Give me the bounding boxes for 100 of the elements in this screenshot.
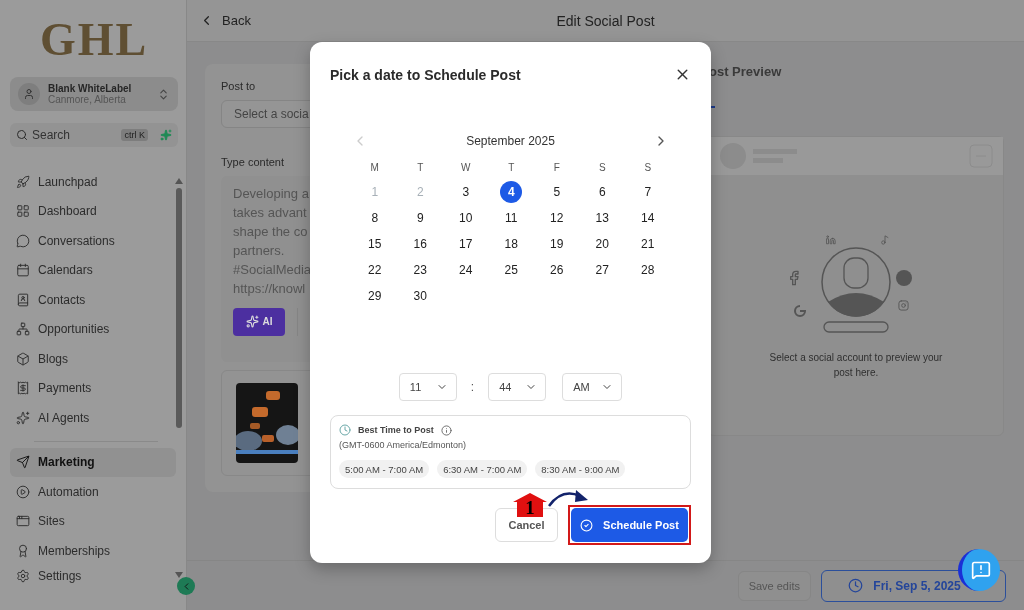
search-icon [16,129,28,141]
schedule-post-button[interactable]: Schedule Post [571,508,688,542]
nav-item[interactable]: Opportunities [10,314,164,344]
contact-book-icon [16,292,30,307]
calendar-day[interactable]: 7 [636,181,659,203]
network-icon [16,322,30,337]
scroll-up-icon[interactable] [175,178,183,184]
time-slot-chip[interactable]: 6:30 AM - 7:00 AM [437,460,528,478]
calendar-day[interactable]: 25 [500,259,523,281]
weekday-label: S [643,161,653,175]
sparkles-icon [245,315,259,329]
step-marker: 1 [513,496,547,516]
check-circle-icon [580,518,594,532]
nav-item[interactable]: Automation [10,477,164,507]
nav-item[interactable]: Memberships [10,536,164,566]
ai-button[interactable]: AI [233,307,285,336]
settings-icon [16,568,30,583]
month-label: September 2025 [466,134,555,148]
nav-item[interactable]: Calendars [10,255,164,285]
time-slot-chip[interactable]: 5:00 AM - 7:00 AM [339,460,430,478]
play-circle-icon [16,484,30,499]
nav-item[interactable]: Settings [10,565,164,586]
calendar-day[interactable]: 14 [636,207,659,229]
clock-icon [339,424,351,436]
nav-item[interactable]: Conversations [10,226,164,256]
calendar-day[interactable]: 27 [591,259,614,281]
calendar-day[interactable]: 29 [363,285,386,307]
calendar-day[interactable]: 20 [591,233,614,255]
calendar-day[interactable]: 19 [545,233,568,255]
calendar-day[interactable]: 21 [636,233,659,255]
info-icon[interactable] [440,424,452,436]
weekday-label: W [460,161,472,175]
calendar-day[interactable]: 8 [363,207,386,229]
calendar-day[interactable]: 13 [591,207,614,229]
collapse-button[interactable] [177,577,195,595]
grid-icon [16,204,30,219]
calendar-icon [16,263,30,278]
calendar-day[interactable]: 5 [545,181,568,203]
nav-item[interactable]: Launchpad [10,167,164,197]
sparkle-icon[interactable] [160,129,172,141]
page-title: Edit Social Post [556,12,655,29]
calendar-day[interactable]: 12 [545,207,568,229]
logo: GHL [38,12,150,67]
preview-message: Select a social account to preview your post here. [768,351,944,380]
cube-icon [16,351,30,366]
calendar-day[interactable]: 24 [454,259,477,281]
weekday-label: T [507,161,516,175]
hour-select[interactable]: 11 [398,373,457,401]
calendar-day[interactable]: 3 [454,181,477,203]
calendar-day[interactable]: 17 [454,233,477,255]
sparkles-icon [16,410,30,425]
timezone-label: (GMT-0600 America/Edmonton) [339,440,468,450]
nav-item[interactable]: Dashboard [10,196,164,226]
nav-item[interactable]: Blogs [10,344,164,374]
weekday-label: M [369,161,380,175]
browser-window-icon [16,514,30,529]
calendar-day[interactable]: 4 [500,181,523,203]
account-name: Blank WhiteLabel [48,83,133,94]
calendar-day[interactable]: 26 [545,259,568,281]
weekday-label: F [552,161,561,175]
minute-select[interactable]: 44 [488,373,547,401]
award-icon [16,543,30,558]
shortcut-key: ctrl K [121,129,148,141]
calendar-day[interactable]: 15 [363,233,386,255]
calendar-day[interactable]: 11 [500,207,523,229]
calendar-day[interactable]: 23 [409,259,432,281]
nav-item[interactable]: AI Agents [10,403,164,433]
field-label: Type content [221,155,284,168]
calendar-day[interactable]: 30 [409,285,432,307]
chat-alert-icon [971,560,991,580]
period-select[interactable]: AM [562,373,623,401]
scrollbar[interactable] [174,178,184,578]
rocket-icon [16,174,30,189]
nav-item[interactable]: Marketing [10,447,176,477]
clock-icon [848,578,864,593]
nav-item[interactable]: Contacts [10,285,164,315]
updown-icon [157,87,170,101]
annotation-arrow [548,488,590,508]
calendar-day[interactable]: 18 [500,233,523,255]
search-placeholder: Search [32,128,72,142]
time-slot-chip[interactable]: 8:30 AM - 9:00 AM [535,460,626,478]
search-field[interactable]: Search ctrl K [10,123,178,147]
dialog-title: Pick a date to Schedule Post [330,66,521,83]
time-separator: : [470,380,475,394]
user-icon [23,88,35,100]
calendar-day[interactable]: 10 [454,207,477,229]
calendar-day[interactable]: 22 [363,259,386,281]
calendar-day[interactable]: 28 [636,259,659,281]
chat-bubble-icon [16,233,30,248]
calendar-day[interactable]: 16 [409,233,432,255]
calendar-day[interactable]: 9 [409,207,432,229]
back-link[interactable]: Back [199,13,557,28]
weekday-label: T [416,161,425,175]
best-time-title: Best Time to Post [358,425,434,435]
field-label: Post to [221,80,256,92]
calendar-day[interactable]: 6 [591,181,614,203]
scroll-down-icon[interactable] [175,572,183,578]
nav-item[interactable]: Sites [10,506,164,536]
weekday-label: S [597,161,607,175]
nav-item[interactable]: Payments [10,373,164,403]
